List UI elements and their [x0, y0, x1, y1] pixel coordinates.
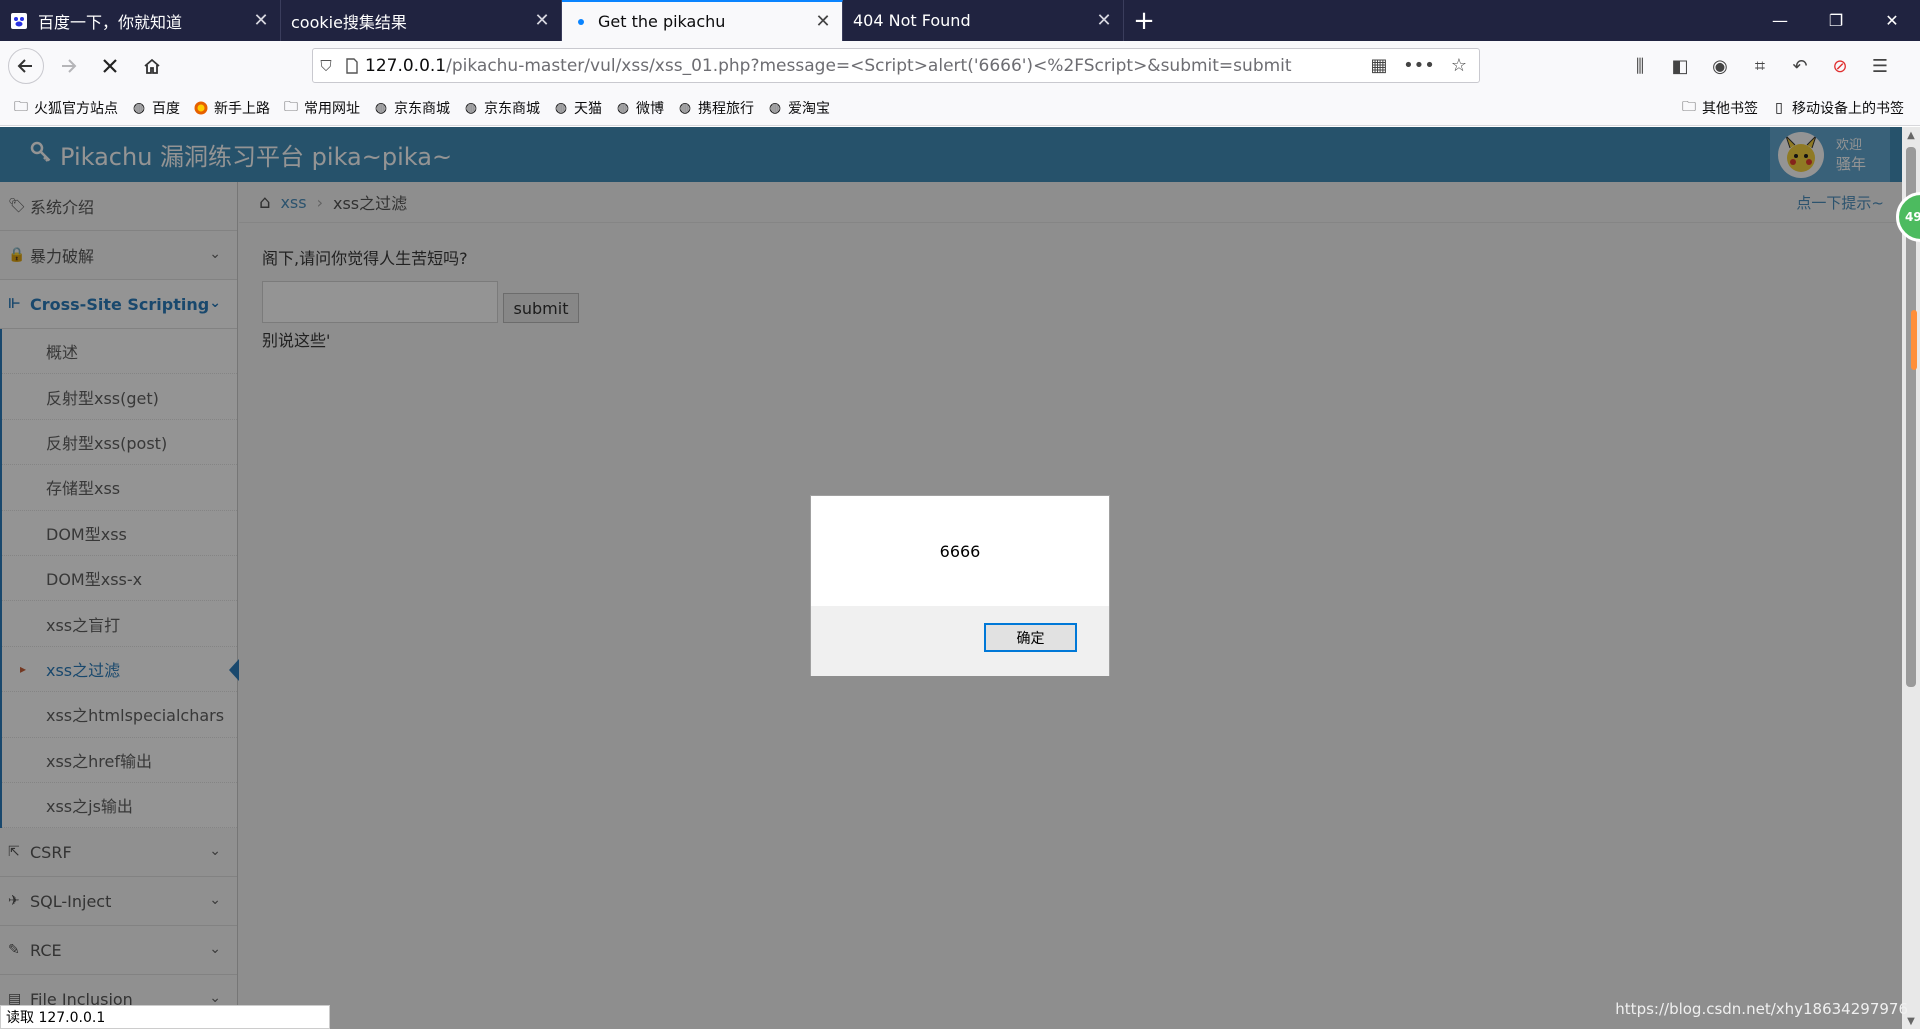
globe-icon: ◍: [678, 100, 692, 116]
bookmark-item[interactable]: ◍ 京东商城: [462, 98, 540, 118]
status-bar: 读取 127.0.0.1: [0, 1005, 330, 1029]
account-icon[interactable]: ◉: [1700, 49, 1740, 83]
bookmark-label: 爱淘宝: [788, 101, 830, 117]
url-host: 127.0.0.1: [365, 55, 447, 76]
bookmark-item[interactable]: ◍ 百度: [130, 98, 180, 118]
vertical-scrollbar[interactable]: ▲ ▼: [1902, 127, 1920, 1029]
bookmark-label: 火狐官方站点: [34, 101, 118, 117]
bookmark-item[interactable]: ◍ 微博: [614, 98, 664, 118]
bookmark-label: 常用网址: [304, 101, 360, 117]
home-button[interactable]: [134, 48, 170, 84]
bookmark-item[interactable]: ◍ 携程旅行: [676, 98, 754, 118]
bookmark-label: 其他书签: [1702, 101, 1758, 117]
screenshot-crop-icon[interactable]: ⌗: [1740, 49, 1780, 83]
menu-icon[interactable]: ☰: [1860, 49, 1900, 83]
firefox-icon: [192, 99, 210, 117]
arrow-right-icon: [62, 59, 77, 73]
bookmark-item[interactable]: 🗀 常用网址: [282, 98, 360, 118]
phone-icon: ▯: [1775, 100, 1783, 116]
close-icon[interactable]: ✕: [814, 11, 832, 32]
globe-icon: ◍: [768, 100, 782, 116]
bookmarks-toolbar: 🗀 火狐官方站点 ◍ 百度 新手上路 🗀 常用网址 ◍ 京东商城 ◍ 京东商城 ◍ 天猫 ◍…: [0, 91, 1920, 126]
bookmark-item[interactable]: ◍ 天猫: [552, 98, 602, 118]
stop-button[interactable]: [92, 48, 128, 84]
globe-icon: ◍: [374, 100, 388, 116]
restore-icon[interactable]: ❐: [1808, 0, 1864, 41]
blocked-extension-icon[interactable]: ⊘: [1820, 49, 1860, 83]
stop-icon: [103, 59, 117, 73]
window-close-icon[interactable]: ✕: [1864, 0, 1920, 41]
bookmark-label: 移动设备上的书签: [1792, 101, 1904, 117]
ok-button[interactable]: 确定: [984, 623, 1077, 652]
tracking-shield-icon[interactable]: ⛉: [313, 57, 339, 75]
bookmark-label: 携程旅行: [698, 101, 754, 117]
watermark-text: https://blog.csdn.net/xhy18634297976: [1615, 1000, 1908, 1018]
window-controls: — ❐ ✕: [1752, 0, 1920, 41]
tab-label: 百度一下，你就知道: [38, 12, 183, 32]
tab-label: Get the pikachu: [598, 12, 726, 31]
tab-pikachu[interactable]: Get the pikachu ✕: [562, 0, 843, 41]
close-icon[interactable]: ✕: [533, 10, 551, 31]
bookmark-label: 天猫: [574, 101, 602, 117]
globe-icon: ◍: [554, 100, 568, 116]
undo-icon[interactable]: ↶: [1780, 49, 1820, 83]
alert-dialog: 6666 确定: [810, 495, 1110, 676]
close-icon[interactable]: ✕: [1095, 10, 1113, 31]
folder-icon: 🗀: [14, 99, 28, 115]
home-icon: [144, 58, 160, 74]
other-bookmarks[interactable]: 🗀 其他书签: [1680, 98, 1758, 118]
new-tab-button[interactable]: +: [1124, 0, 1164, 41]
minimize-icon[interactable]: —: [1752, 0, 1808, 41]
bookmark-star-icon[interactable]: ☆: [1439, 55, 1479, 76]
baidu-paw-icon: [10, 12, 28, 30]
back-button[interactable]: [8, 48, 44, 84]
library-icon[interactable]: ⫼: [1620, 49, 1660, 83]
forward-button[interactable]: [50, 48, 86, 84]
scroll-marker: [1911, 310, 1917, 370]
tab-label: 404 Not Found: [853, 11, 971, 30]
url-bar[interactable]: ⛉ 127.0.0.1 /pikachu-master/vul/xss/xss_…: [312, 48, 1480, 83]
close-icon[interactable]: ✕: [252, 10, 270, 31]
bookmark-label: 京东商城: [484, 101, 540, 117]
more-actions-icon[interactable]: •••: [1399, 55, 1439, 76]
globe-icon: ◍: [132, 100, 146, 116]
folder-icon: 🗀: [284, 99, 298, 115]
bookmark-label: 微博: [636, 101, 664, 117]
url-path: /pikachu-master/vul/xss/xss_01.php?messa…: [446, 55, 1292, 76]
bookmark-label: 京东商城: [394, 101, 450, 117]
tab-strip: 百度一下，你就知道 ✕ cookie搜集结果 ✕ Get the pikachu…: [0, 0, 1920, 41]
bookmark-item[interactable]: ◍ 爱淘宝: [766, 98, 830, 118]
globe-icon: ◍: [464, 100, 478, 116]
bookmark-label: 新手上路: [214, 101, 270, 117]
scroll-up-icon[interactable]: ▲: [1902, 127, 1920, 143]
tab-label: cookie搜集结果: [291, 12, 407, 32]
page-info-icon[interactable]: [339, 57, 365, 74]
alert-message: 6666: [939, 541, 981, 561]
navigation-toolbar: ⛉ 127.0.0.1 /pikachu-master/vul/xss/xss_…: [0, 41, 1920, 91]
toolbar-right: ⫼ ◧ ◉ ⌗ ↶ ⊘ ☰: [1620, 49, 1900, 83]
qr-code-icon[interactable]: ▦: [1359, 55, 1399, 76]
bookmark-label: 百度: [152, 101, 180, 117]
tab-404[interactable]: 404 Not Found ✕: [843, 0, 1124, 41]
alert-footer: 确定: [811, 606, 1109, 676]
globe-icon: ◍: [616, 100, 630, 116]
bookmark-item[interactable]: 🗀 火狐官方站点: [12, 98, 118, 118]
bookmark-item[interactable]: ◍ 京东商城: [372, 98, 450, 118]
mobile-bookmarks[interactable]: ▯ 移动设备上的书签: [1770, 98, 1904, 118]
tab-cookie[interactable]: cookie搜集结果 ✕: [281, 0, 562, 41]
folder-icon: 🗀: [1682, 99, 1696, 115]
tab-baidu[interactable]: 百度一下，你就知道 ✕: [0, 0, 281, 41]
loading-dot-icon: [578, 18, 584, 25]
page-viewport: Pikachu 漏洞练习平台 pika~pika~ 欢迎 骚年 🏷 系统介绍 🔒…: [0, 127, 1902, 1029]
arrow-left-icon: [17, 59, 32, 73]
sidebar-icon[interactable]: ◧: [1660, 49, 1700, 83]
bookmark-item[interactable]: 新手上路: [192, 98, 270, 118]
